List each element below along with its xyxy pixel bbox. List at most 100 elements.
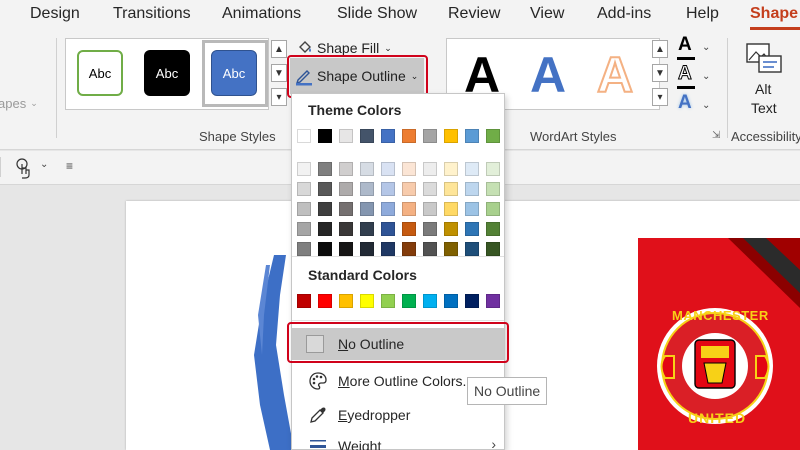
theme-color-shade-swatch[interactable] [318,162,332,176]
theme-color-swatch[interactable] [465,129,479,143]
theme-color-shade-swatch[interactable] [465,242,479,256]
team-logo-panel[interactable]: MANCHESTER UNITED [638,238,800,450]
standard-color-swatch[interactable] [423,294,437,308]
theme-color-shade-swatch[interactable] [381,202,395,216]
theme-color-shade-swatch[interactable] [381,182,395,196]
standard-color-swatch[interactable] [444,294,458,308]
theme-color-shade-swatch[interactable] [486,182,500,196]
wordart-style-blue[interactable]: A [530,46,566,104]
dialog-launcher-icon[interactable]: ⇲ [712,130,720,141]
theme-color-swatch[interactable] [360,129,374,143]
standard-color-swatch[interactable] [297,294,311,308]
theme-color-shade-swatch[interactable] [423,162,437,176]
standard-color-swatch[interactable] [360,294,374,308]
theme-color-shade-swatch[interactable] [381,222,395,236]
text-effects-icon[interactable]: A [678,92,692,114]
theme-color-swatch[interactable] [381,129,395,143]
text-effects-caret[interactable]: ⌄ [702,100,710,111]
theme-color-shade-swatch[interactable] [297,162,311,176]
tab-add-ins[interactable]: Add-ins [597,5,651,23]
alt-text-line1[interactable]: Alt [755,81,771,97]
theme-color-shade-swatch[interactable] [423,202,437,216]
theme-color-shade-swatch[interactable] [381,242,395,256]
theme-color-shade-swatch[interactable] [339,242,353,256]
customize-toolbar-icon[interactable]: ≡ [66,159,73,173]
theme-color-shade-swatch[interactable] [360,222,374,236]
tab-transitions[interactable]: Transitions [113,5,191,23]
tab-view[interactable]: View [530,5,564,23]
theme-color-swatch[interactable] [297,129,311,143]
theme-color-swatch[interactable] [423,129,437,143]
theme-color-shade-swatch[interactable] [402,242,416,256]
theme-color-shade-swatch[interactable] [402,162,416,176]
theme-color-shade-swatch[interactable] [318,222,332,236]
theme-color-shade-swatch[interactable] [423,222,437,236]
theme-color-shade-swatch[interactable] [465,222,479,236]
theme-color-shade-swatch[interactable] [297,182,311,196]
tab-animations[interactable]: Animations [222,5,301,23]
theme-color-swatch[interactable] [318,129,332,143]
theme-color-shade-swatch[interactable] [339,182,353,196]
theme-color-shade-swatch[interactable] [360,162,374,176]
theme-color-shade-swatch[interactable] [402,202,416,216]
theme-color-shade-swatch[interactable] [465,162,479,176]
theme-color-shade-swatch[interactable] [402,182,416,196]
standard-color-swatch[interactable] [318,294,332,308]
alt-text-line2[interactable]: Text [751,100,777,116]
gallery-more[interactable]: ▾ [271,88,287,106]
theme-color-shade-swatch[interactable] [318,202,332,216]
wordart-style-orange-outline[interactable]: A [596,46,634,104]
gallery-scroll-up[interactable]: ▲ [271,40,287,58]
text-outline-caret[interactable]: ⌄ [702,71,710,82]
weight-item[interactable]: Weight › [292,434,504,450]
standard-color-swatch[interactable] [486,294,500,308]
wordart-scroll-down[interactable]: ▼ [652,64,668,82]
theme-color-shade-swatch[interactable] [486,202,500,216]
theme-color-shade-swatch[interactable] [339,202,353,216]
shape-style-thumb-blue[interactable]: Abc [211,50,257,96]
theme-color-shade-swatch[interactable] [486,222,500,236]
wordart-more[interactable]: ▾ [652,88,668,106]
text-fill-icon[interactable]: A [678,34,692,56]
theme-color-shade-swatch[interactable] [297,202,311,216]
theme-color-swatch[interactable] [339,129,353,143]
theme-color-shade-swatch[interactable] [318,242,332,256]
text-fill-caret[interactable]: ⌄ [702,42,710,53]
theme-color-shade-swatch[interactable] [444,242,458,256]
theme-color-shade-swatch[interactable] [465,202,479,216]
theme-color-shade-swatch[interactable] [297,242,311,256]
theme-color-shade-swatch[interactable] [339,162,353,176]
theme-color-shade-swatch[interactable] [381,162,395,176]
theme-color-shade-swatch[interactable] [486,242,500,256]
shape-style-thumb-outline-green[interactable]: Abc [77,50,123,96]
theme-color-shade-swatch[interactable] [318,182,332,196]
tab-review[interactable]: Review [448,5,500,23]
theme-color-shade-swatch[interactable] [402,222,416,236]
touch-mode-caret[interactable]: ⌄ [40,159,48,170]
theme-color-swatch[interactable] [444,129,458,143]
theme-color-shade-swatch[interactable] [297,222,311,236]
tab-design[interactable]: Design [30,5,80,23]
theme-color-shade-swatch[interactable] [360,182,374,196]
standard-color-swatch[interactable] [402,294,416,308]
theme-color-shade-swatch[interactable] [360,202,374,216]
standard-color-swatch[interactable] [339,294,353,308]
wordart-scroll-up[interactable]: ▲ [652,40,668,58]
theme-color-shade-swatch[interactable] [360,242,374,256]
theme-color-shade-swatch[interactable] [444,202,458,216]
tab-slide-show[interactable]: Slide Show [337,5,417,23]
touch-mode-icon[interactable] [14,157,34,179]
tab-help[interactable]: Help [686,5,719,23]
theme-color-shade-swatch[interactable] [486,162,500,176]
standard-color-swatch[interactable] [381,294,395,308]
shape-style-thumb-black[interactable]: Abc [144,50,190,96]
standard-color-swatch[interactable] [465,294,479,308]
alt-text-icon[interactable] [745,42,783,76]
theme-color-shade-swatch[interactable] [423,182,437,196]
theme-color-shade-swatch[interactable] [444,182,458,196]
theme-color-swatch[interactable] [486,129,500,143]
theme-color-swatch[interactable] [402,129,416,143]
theme-color-shade-swatch[interactable] [444,162,458,176]
tab-shape-format[interactable]: Shape [750,5,798,23]
text-outline-icon[interactable]: A [678,63,693,85]
